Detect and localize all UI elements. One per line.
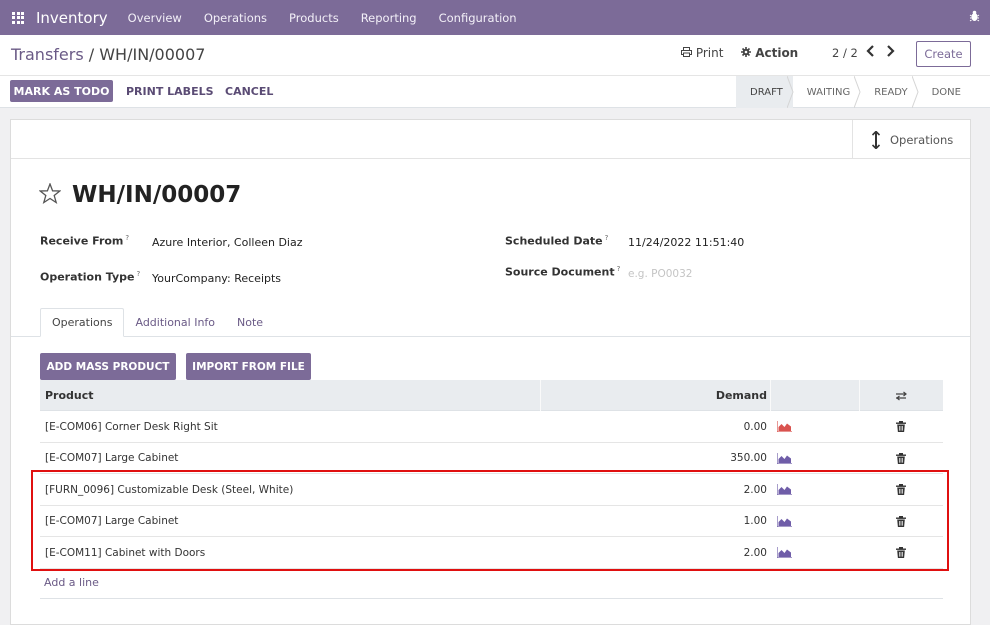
receive-from-field[interactable]: Azure Interior, Colleen Diaz [152,236,303,249]
app-name[interactable]: Inventory [36,9,108,27]
column-separator [770,380,771,411]
status-draft-label: DRAFT [750,86,783,98]
scheduled-date-label: Scheduled Date? [505,234,608,248]
help-tooltip-icon[interactable]: ? [125,234,129,242]
scheduled-date-label-text: Scheduled Date [505,234,603,248]
trash-icon[interactable] [896,452,906,464]
breadcrumb-separator: / [83,45,100,64]
receive-from-label-text: Receive From [40,234,124,248]
control-panel: Transfers / WH/IN/00007 Print Action 2 /… [0,35,990,108]
help-tooltip-icon[interactable]: ? [605,234,609,242]
breadcrumb: Transfers / WH/IN/00007 [11,45,205,64]
column-separator [540,380,541,411]
breadcrumb-current: WH/IN/00007 [99,45,206,64]
action-label: Action [755,46,799,60]
apps-menu-icon[interactable] [0,11,36,24]
status-waiting[interactable]: WAITING [793,76,861,108]
optional-columns-toggle-icon[interactable] [896,380,907,411]
pager-next-icon[interactable] [886,43,895,61]
menu-products[interactable]: Products [289,11,339,25]
mark-as-todo-button[interactable]: MARK AS TODO [10,80,113,102]
help-tooltip-icon[interactable]: ? [617,265,621,273]
print-button[interactable]: Print [681,46,723,60]
add-a-line-link[interactable]: Add a line [44,576,99,589]
table-row[interactable]: [E-COM06] Corner Desk Right Sit 0.00 [40,411,943,443]
status-ready-label: READY [874,86,908,98]
print-icon [681,46,696,60]
help-tooltip-icon[interactable]: ? [136,270,140,278]
column-separator [859,380,860,411]
menu-reporting[interactable]: Reporting [361,11,417,25]
scheduled-date-field[interactable]: 11/24/2022 11:51:40 [628,236,744,249]
import-from-file-button[interactable]: IMPORT FROM FILE [186,353,311,380]
operation-type-field[interactable]: YourCompany: Receipts [152,272,281,285]
action-button[interactable]: Action [741,46,798,60]
highlight-box [31,470,949,571]
vertical-arrows-icon [870,130,882,149]
operation-type-label-text: Operation Type [40,270,135,284]
status-ready[interactable]: READY [860,76,919,108]
demand-cell[interactable]: 0.00 [744,411,767,442]
print-labels-button[interactable]: PRINT LABELS [126,85,214,98]
forecast-area-chart-icon[interactable] [776,452,792,465]
pager-previous-icon[interactable] [866,43,875,61]
column-demand[interactable]: Demand [716,380,767,411]
cancel-button[interactable]: CANCEL [225,85,273,98]
notebook-tabs: Operations Additional Info Note [40,308,274,337]
breadcrumb-transfers[interactable]: Transfers [11,45,84,64]
trash-icon[interactable] [896,421,906,432]
status-draft[interactable]: DRAFT [736,76,794,108]
status-waiting-label: WAITING [806,86,851,98]
chevron-right-icon [786,76,799,108]
pager-value[interactable]: 2 / 2 [832,46,858,60]
gear-icon [741,46,755,60]
top-navbar: Inventory Overview Operations Products R… [0,0,990,35]
chevron-right-icon [854,76,866,108]
product-cell[interactable]: [E-COM06] Corner Desk Right Sit [45,411,218,442]
tab-note[interactable]: Note [226,308,274,337]
menu-overview[interactable]: Overview [128,11,182,25]
forecast-area-chart-icon[interactable] [776,421,792,433]
add-mass-product-button[interactable]: ADD MASS PRODUCT [40,353,176,380]
menu-configuration[interactable]: Configuration [439,11,517,25]
status-done-label: DONE [931,86,961,98]
create-button[interactable]: Create [916,41,971,67]
chevron-right-icon [911,76,924,108]
source-document-label: Source Document? [505,265,620,279]
operations-smart-label: Operations [890,132,954,147]
tab-additional-info[interactable]: Additional Info [124,308,226,337]
operation-type-label: Operation Type? [40,270,140,284]
record-title: WH/IN/00007 [72,182,242,208]
table-header: Product Demand [40,380,943,411]
status-done[interactable]: DONE [918,76,971,108]
demand-cell[interactable]: 350.00 [730,443,767,474]
tab-operations[interactable]: Operations [40,308,125,337]
receive-from-label: Receive From? [40,234,129,248]
product-cell[interactable]: [E-COM07] Large Cabinet [45,443,178,474]
print-label: Print [695,46,724,60]
column-product[interactable]: Product [45,380,94,411]
favorite-star-icon[interactable] [38,182,62,210]
source-document-field[interactable]: e.g. PO0032 [628,268,692,280]
menu-operations[interactable]: Operations [204,11,267,25]
source-document-label-text: Source Document [505,265,615,279]
debug-bug-icon[interactable] [969,10,980,25]
table-bottom-border [40,598,943,599]
status-bar: DRAFT WAITING READY DONE [736,76,971,108]
button-box: Operations [11,120,970,159]
operations-smart-button[interactable]: Operations [852,120,970,159]
